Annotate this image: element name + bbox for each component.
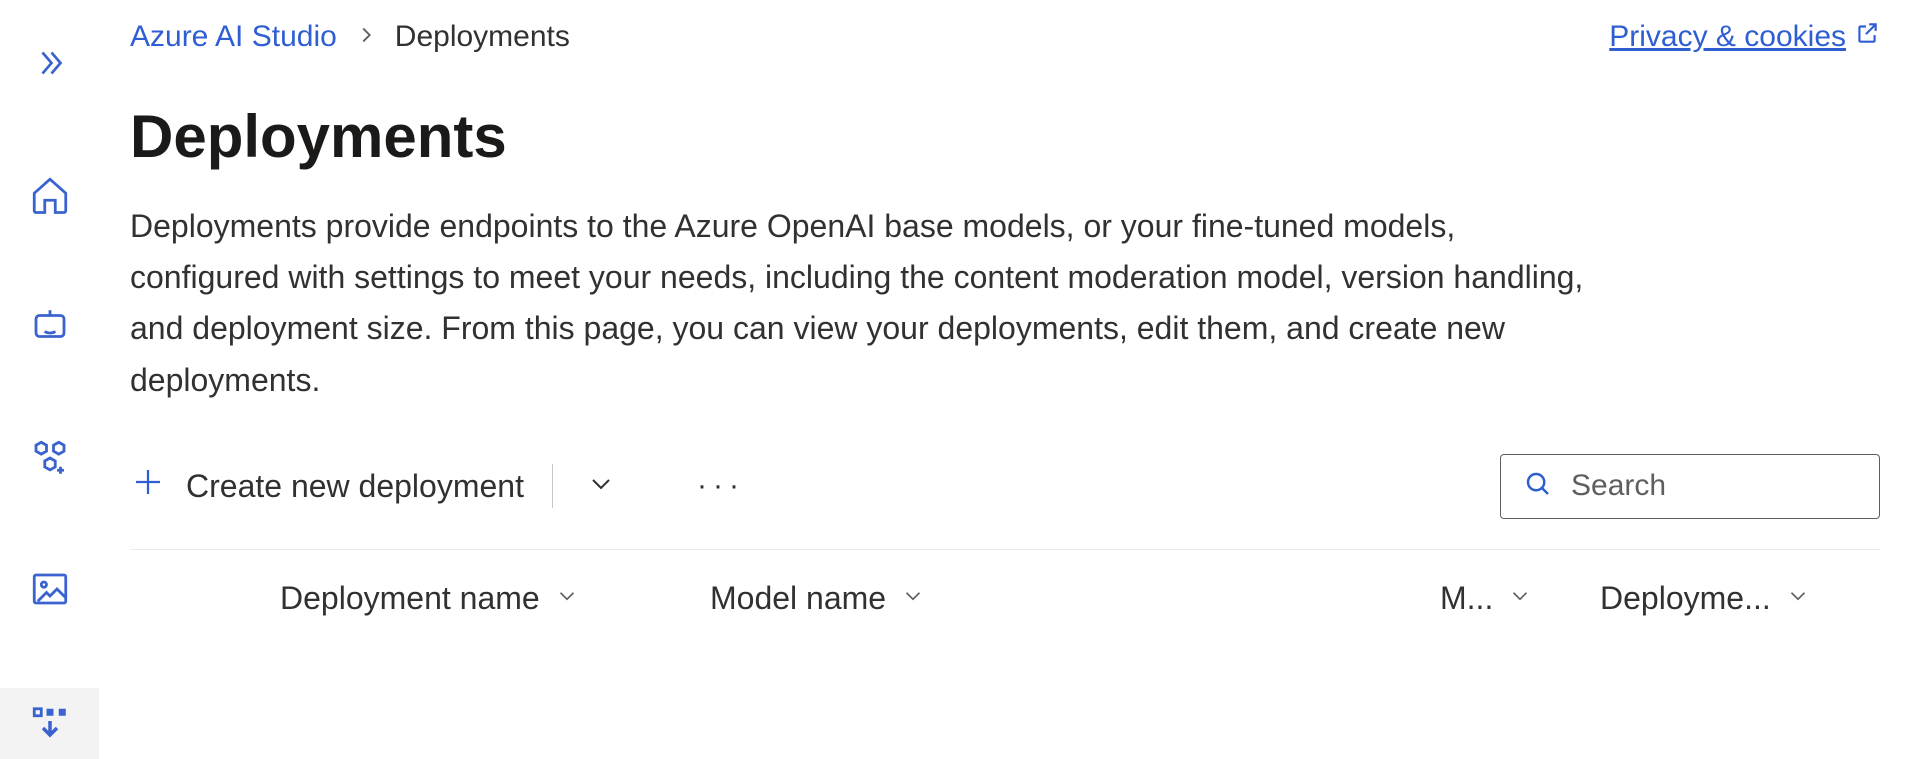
search-input[interactable] [1571,469,1920,503]
chevron-down-icon [554,580,580,617]
toolbar: Create new deployment ··· [130,454,1880,549]
privacy-link-label: Privacy & cookies [1609,20,1846,54]
chevron-down-icon [900,580,926,617]
sidebar-item-deployments[interactable] [0,688,99,759]
main-content: Azure AI Studio Deployments Privacy & co… [100,0,1920,759]
create-dropdown-button[interactable] [571,460,631,513]
column-label: M... [1440,580,1493,617]
search-box[interactable] [1500,454,1880,519]
sidebar [0,0,100,759]
create-button-label: Create new deployment [186,468,524,505]
chevron-down-icon [1507,580,1533,617]
breadcrumb: Azure AI Studio Deployments [130,20,570,54]
create-new-deployment-button[interactable]: Create new deployment [130,456,524,516]
chat-bot-icon [29,305,71,352]
chevron-down-icon [1785,580,1811,617]
sidebar-item-models[interactable] [0,425,99,497]
sidebar-item-chat[interactable] [0,293,99,365]
breadcrumb-current: Deployments [395,20,570,54]
hexagons-icon [29,437,71,484]
breadcrumb-root-link[interactable]: Azure AI Studio [130,20,337,54]
deployments-icon [29,700,71,747]
more-actions-button[interactable]: ··· [679,461,763,511]
expand-icon [32,45,68,86]
toolbar-divider [552,464,553,508]
column-label: Deployme... [1600,580,1771,617]
toolbar-left: Create new deployment ··· [130,456,763,516]
page-title: Deployments [130,102,1880,171]
home-icon [29,174,71,221]
column-header-deployment-type[interactable]: Deployme... [1600,580,1880,617]
column-header-model-name[interactable]: Model name [710,580,1090,617]
privacy-cookies-link[interactable]: Privacy & cookies [1609,20,1880,54]
page-description: Deployments provide endpoints to the Azu… [130,201,1590,406]
image-icon [29,568,71,615]
topbar: Azure AI Studio Deployments Privacy & co… [130,20,1880,54]
sidebar-item-images[interactable] [0,556,99,628]
sidebar-item-home[interactable] [0,162,99,234]
chevron-down-icon [585,487,617,504]
column-header-deployment-name[interactable]: Deployment name [280,580,710,617]
more-horizontal-icon: ··· [697,469,745,502]
external-link-icon [1854,20,1880,54]
chevron-right-icon [355,22,377,53]
column-label: Deployment name [280,580,540,617]
search-icon [1523,469,1553,504]
column-label: Model name [710,580,886,617]
sidebar-expand[interactable] [0,30,99,102]
column-header-m[interactable]: M... [1440,580,1600,617]
plus-icon [130,464,166,508]
table-header-row: Deployment name Model name M... Deployme… [130,549,1880,627]
